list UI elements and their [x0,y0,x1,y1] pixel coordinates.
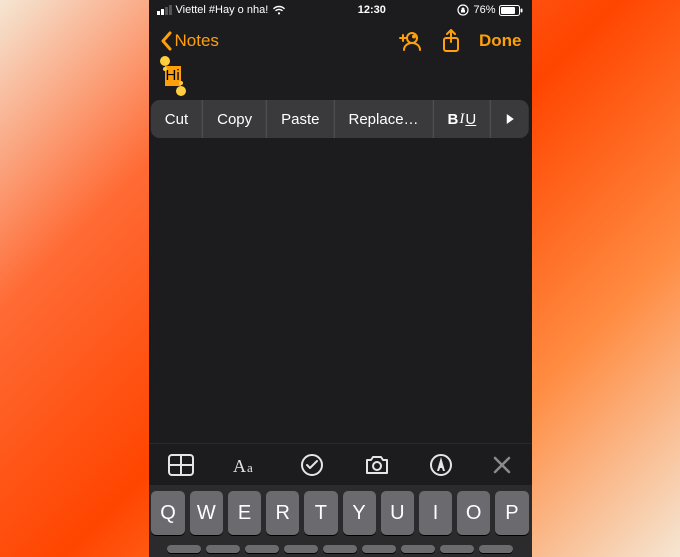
key-p[interactable]: P [495,491,528,535]
svg-text:a: a [247,460,253,475]
back-button[interactable]: Notes [159,31,219,51]
close-keyboard-button[interactable] [492,455,512,480]
share-button[interactable] [441,29,461,53]
battery-pct-label: 76% [473,4,495,16]
status-bar: Viettel #Hay o nha! 12:30 76% [149,0,532,20]
ctx-biu[interactable]: B I U [434,100,492,138]
add-person-button[interactable] [397,30,423,52]
keyboard-toolbar: Aa [149,443,532,491]
phone-screen: Viettel #Hay o nha! 12:30 76% Notes [149,0,532,557]
key-i[interactable]: I [419,491,452,535]
ctx-cut[interactable]: Cut [151,100,203,138]
nav-bar: Notes Done [149,20,532,62]
selection-end-handle[interactable] [176,86,186,96]
nav-right: Done [397,29,522,53]
done-button[interactable]: Done [479,31,522,51]
key-partial[interactable] [479,545,513,553]
key-partial[interactable] [245,545,279,553]
key-partial[interactable] [167,545,201,553]
camera-button[interactable] [364,454,390,481]
arrow-right-icon [505,113,515,125]
ctx-copy[interactable]: Copy [203,100,267,138]
key-partial[interactable] [284,545,318,553]
battery-icon [499,5,523,16]
checklist-button[interactable] [300,453,324,482]
key-t[interactable]: T [304,491,337,535]
keyboard: Q W E R T Y U I O P [149,485,532,557]
key-partial[interactable] [362,545,396,553]
back-label: Notes [175,31,219,51]
markup-button[interactable] [429,453,453,482]
signal-icon [157,5,172,15]
underline-icon: U [465,111,476,128]
bold-icon: B [448,111,459,128]
key-q[interactable]: Q [151,491,184,535]
svg-text:A: A [233,456,246,476]
key-e[interactable]: E [228,491,261,535]
ctx-more[interactable] [491,100,529,138]
selection-start-handle[interactable] [160,56,170,66]
key-u[interactable]: U [381,491,414,535]
key-y[interactable]: Y [343,491,376,535]
status-right: 76% [457,4,523,16]
clock-label: 12:30 [358,4,386,16]
rotation-lock-icon [457,4,469,16]
key-partial[interactable] [440,545,474,553]
ctx-replace[interactable]: Replace… [335,100,434,138]
chevron-left-icon [159,31,173,51]
key-partial[interactable] [206,545,240,553]
selected-text[interactable]: Hi [165,66,181,86]
context-menu: Cut Copy Paste Replace… B I U [151,100,529,138]
keyboard-row-2-partial [152,545,529,553]
table-button[interactable] [168,454,194,481]
note-text: Hi [166,67,180,84]
key-o[interactable]: O [457,491,490,535]
status-left: Viettel #Hay o nha! [157,4,287,16]
key-partial[interactable] [401,545,435,553]
wifi-icon [272,5,286,15]
format-button[interactable]: Aa [233,454,261,481]
italic-icon: I [459,111,464,128]
ctx-paste[interactable]: Paste [267,100,334,138]
keyboard-row-1: Q W E R T Y U I O P [152,491,529,535]
key-partial[interactable] [323,545,357,553]
carrier-label: Viettel #Hay o nha! [176,4,269,16]
key-w[interactable]: W [190,491,223,535]
key-r[interactable]: R [266,491,299,535]
